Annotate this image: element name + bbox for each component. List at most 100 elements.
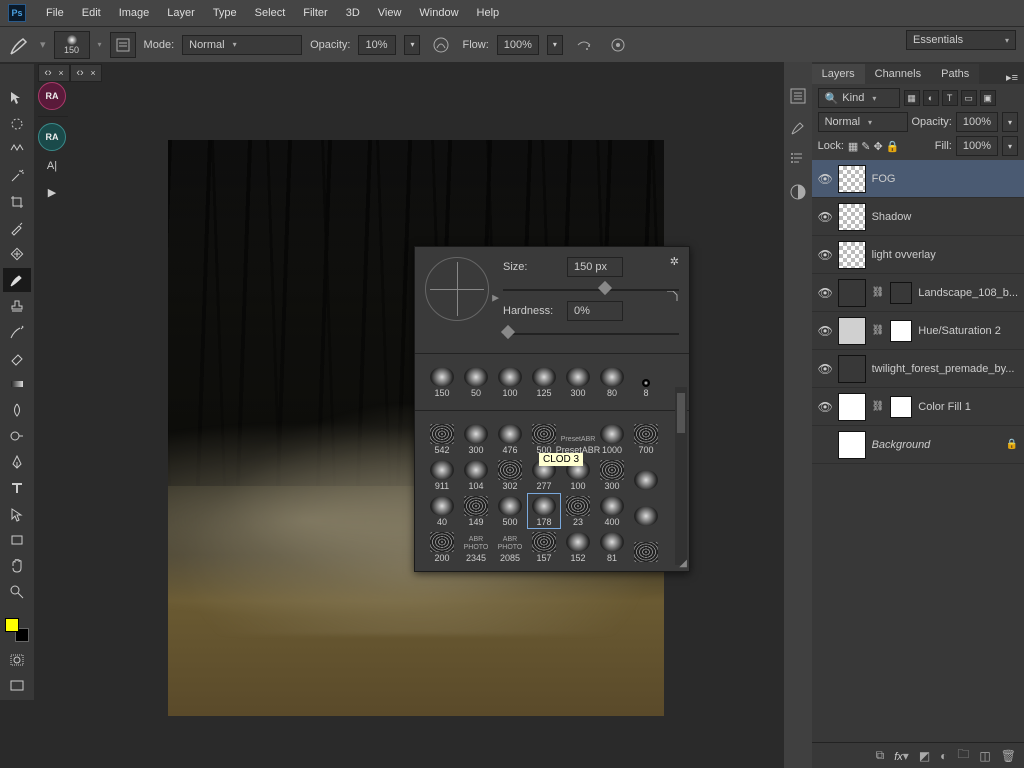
layer-row[interactable]: 👁 Shadow [812,198,1024,236]
adjustments-panel-icon[interactable] [788,182,808,202]
layer-thumbnail[interactable] [838,279,866,307]
layer-name[interactable]: twilight_forest_premade_by... [872,363,1018,375]
layer-row[interactable]: 👁twilight_forest_premade_by... [812,350,1024,388]
brush-preset[interactable]: 300 [459,421,493,457]
flow-input[interactable]: 100% [497,35,539,55]
brush-preset[interactable]: 542 [425,421,459,457]
brush-preset[interactable]: 300 [595,457,629,493]
panel-icon-1[interactable]: RA [38,82,66,110]
type-tool[interactable] [3,476,31,500]
opacity-flyout[interactable]: ▾ [404,35,420,55]
menu-edit[interactable]: Edit [74,3,109,23]
layer-thumbnail[interactable] [838,355,866,383]
menu-image[interactable]: Image [111,3,158,23]
flow-flyout[interactable]: ▾ [547,35,563,55]
mask-thumbnail[interactable] [890,282,912,304]
mask-thumbnail[interactable] [890,396,912,418]
brush-preset[interactable]: 476 [493,421,527,457]
brush-preset[interactable] [629,529,663,565]
layer-name[interactable]: Shadow [872,211,1018,223]
brush-preset[interactable]: 178 [527,493,561,529]
brushes-panel-icon[interactable] [788,118,808,138]
brush-preset[interactable]: 302 [493,457,527,493]
layer-blend-mode[interactable]: Normal [818,112,908,132]
pressure-size-icon[interactable] [605,32,631,58]
visibility-toggle[interactable]: 👁 [818,248,832,262]
menu-help[interactable]: Help [469,3,508,23]
brush-preset[interactable]: ABR PHOTO2345 [459,529,493,565]
menu-filter[interactable]: Filter [295,3,335,23]
layer-thumbnail[interactable] [838,431,866,459]
move-tool[interactable] [3,86,31,110]
brush-preset[interactable]: 23 [561,493,595,529]
filter-adjust-icon[interactable]: ◐ [923,90,939,106]
visibility-toggle[interactable]: 👁 [818,172,832,186]
layer-row[interactable]: Background🔒 [812,426,1024,464]
panel-menu-icon[interactable]: ▸≡ [1000,71,1024,84]
layer-thumbnail[interactable] [838,165,866,193]
shape-tool[interactable] [3,528,31,552]
screenmode-toggle[interactable] [3,674,31,698]
brush-preset[interactable]: 911 [425,457,459,493]
brush-preset[interactable]: 300 [561,364,595,400]
brush-preset[interactable]: PresetABRPresetABR [561,421,595,457]
brush-preset[interactable]: 149 [459,493,493,529]
layer-filter-kind[interactable]: 🔍Kind [818,88,900,108]
crop-tool[interactable] [3,190,31,214]
menu-layer[interactable]: Layer [159,3,203,23]
visibility-toggle[interactable]: 👁 [818,400,832,414]
tab-layers[interactable]: Layers [812,64,865,84]
brush-size-input[interactable]: 150 px [567,257,623,277]
menu-window[interactable]: Window [411,3,466,23]
visibility-toggle[interactable]: 👁 [818,324,832,338]
brush-panel-toggle[interactable] [110,32,136,58]
visibility-toggle[interactable]: 👁 [818,286,832,300]
link-layers-icon[interactable]: ⧉ [876,748,885,763]
layer-name[interactable]: light ovverlay [872,249,1018,261]
visibility-toggle[interactable]: 👁 [818,210,832,224]
brush-preset[interactable]: 150 [425,364,459,400]
layer-row[interactable]: 👁⛓Landscape_108_b... [812,274,1024,312]
layer-thumbnail[interactable] [838,393,866,421]
layer-opacity-input[interactable]: 100% [956,112,998,132]
brush-preset-picker[interactable]: 150 [54,31,90,59]
gradient-tool[interactable] [3,372,31,396]
opacity-input[interactable]: 10% [358,35,396,55]
brush-preset[interactable]: 81 [595,529,629,565]
brush-scrollbar[interactable] [675,387,687,565]
layer-name[interactable]: Landscape_108_b... [918,287,1018,299]
zoom-tool[interactable] [3,580,31,604]
brush-preset[interactable] [629,493,663,529]
menu-file[interactable]: File [38,3,72,23]
brush-hardness-slider[interactable] [503,327,679,339]
brush-hardness-input[interactable]: 0% [567,301,623,321]
menu-view[interactable]: View [370,3,410,23]
history-panel-icon[interactable] [788,86,808,106]
marquee-tool[interactable] [3,112,31,136]
brush-preset[interactable]: 50 [459,364,493,400]
tab-channels[interactable]: Channels [865,64,931,84]
magic-wand-tool[interactable] [3,164,31,188]
brush-preset[interactable]: 400 [595,493,629,529]
stamp-tool[interactable] [3,294,31,318]
brush-preset[interactable]: 40 [425,493,459,529]
brush-preset[interactable]: 500 [493,493,527,529]
doc-tab-2[interactable]: ‹›× [70,64,102,82]
eyedropper-tool[interactable] [3,216,31,240]
brush-tool[interactable] [3,268,31,292]
menu-select[interactable]: Select [247,3,294,23]
layer-fill-input[interactable]: 100% [956,136,998,156]
brush-preset[interactable]: 125 [527,364,561,400]
history-brush-tool[interactable] [3,320,31,344]
brush-preset[interactable]: 157 [527,529,561,565]
foreground-swatch[interactable] [5,618,19,632]
brush-preset[interactable]: 200 [425,529,459,565]
layer-fill-fly[interactable]: ▾ [1002,136,1018,156]
lock-pixels-icon[interactable]: ✎ [861,140,870,153]
workspace-switcher[interactable]: Essentials [906,30,1016,50]
lock-all-icon[interactable]: 🔒 [886,140,900,153]
layer-mask-icon[interactable]: ◩ [919,749,930,763]
properties-panel-icon[interactable] [788,150,808,170]
layer-name[interactable]: FOG [872,173,1018,185]
resize-handle-icon[interactable]: ◢ [679,558,687,569]
